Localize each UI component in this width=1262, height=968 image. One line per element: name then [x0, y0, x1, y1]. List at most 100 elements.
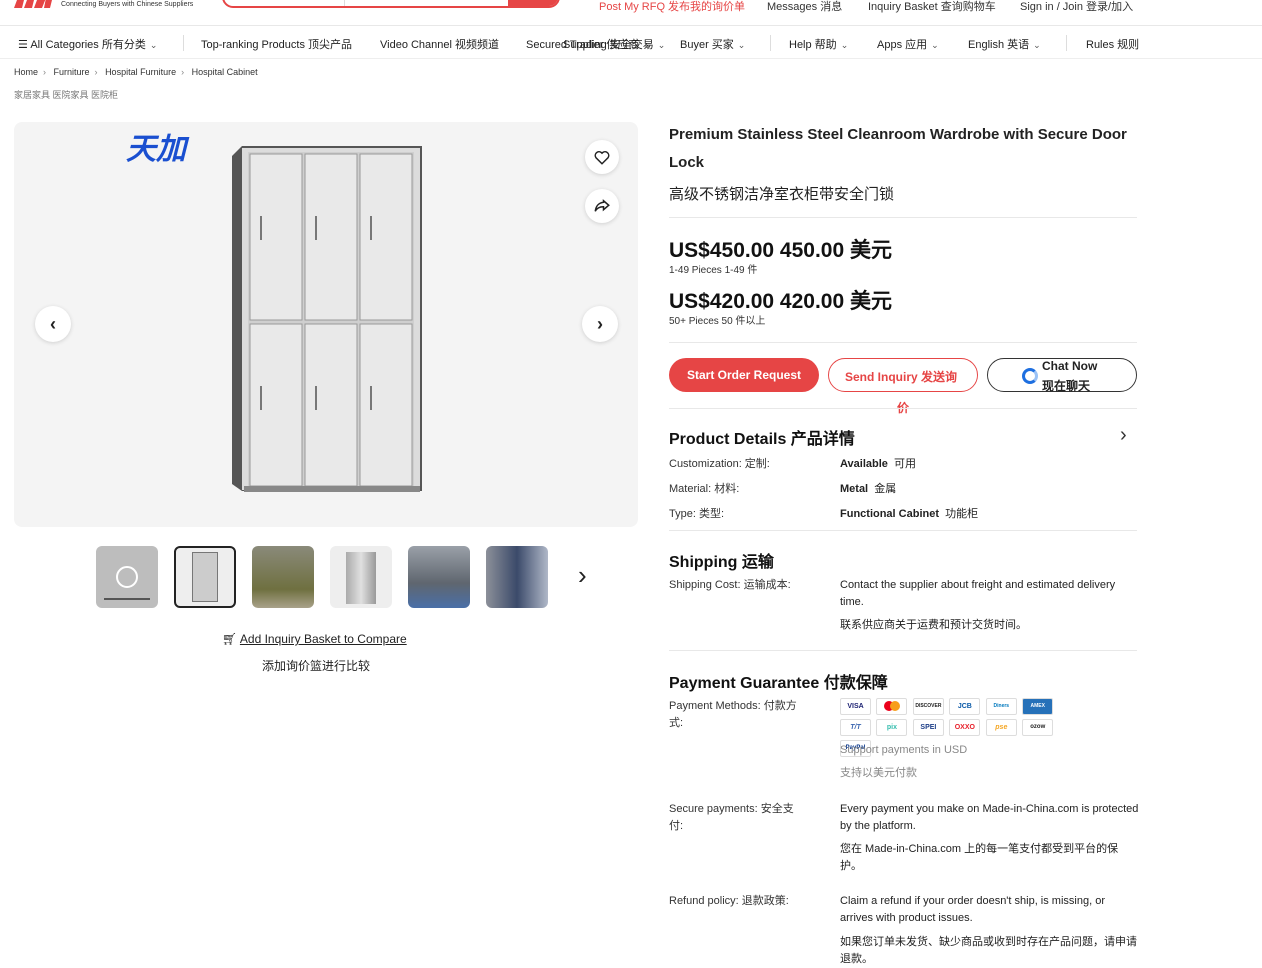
secure-payments-label: Secure payments: 安全支付:	[669, 803, 794, 832]
thumbnail-video[interactable]	[96, 546, 158, 608]
secure-payments-value: Every payment you make on Made-in-China.…	[840, 803, 1139, 832]
nav-language-label: English 英语	[968, 39, 1030, 51]
nav-divider	[183, 35, 184, 51]
detail-label-material: Material: 材料:	[669, 483, 740, 495]
payment-methods-label: Payment Methods: 付款方式:	[669, 700, 797, 729]
jcb-icon: JCB	[949, 698, 981, 715]
nav-apps[interactable]: Apps 应用 ⌄	[877, 36, 939, 52]
diners-icon: Diners	[985, 698, 1017, 715]
add-compare-label: Add Inquiry Basket to Compare	[239, 632, 407, 646]
product-gallery: 天加 ‹ ›	[14, 122, 638, 527]
nav-supplier-label: Supplier 供应商	[563, 39, 640, 51]
thumbnail-3[interactable]	[330, 546, 392, 608]
nav-buyer-label: Buyer 买家	[680, 39, 734, 51]
discover-icon: DISCOVER	[912, 698, 944, 715]
search-box[interactable]	[222, 0, 560, 8]
chevron-left-icon: ‹	[50, 313, 56, 334]
chevron-right-icon[interactable]: ›	[1120, 424, 1127, 447]
made-in-china-logo[interactable]	[14, 0, 54, 8]
send-inquiry-label: Send Inquiry 发送询	[845, 370, 958, 384]
nav-help[interactable]: Help 帮助 ⌄	[789, 36, 848, 52]
add-compare-link[interactable]: 🛒︎ Add Inquiry Basket to Compare	[222, 632, 407, 646]
nav-divider	[1066, 35, 1067, 51]
nav-all-categories[interactable]: ☰ All Categories 所有分类 ⌄	[18, 36, 157, 52]
nav-rules[interactable]: Rules 规则	[1086, 36, 1139, 52]
category-nav: ☰ All Categories 所有分类 ⌄ Top-ranking Produ…	[0, 27, 1262, 59]
chevron-down-icon: ⌄	[1033, 40, 1041, 50]
nav-video-channel[interactable]: Video Channel 视频频道	[380, 36, 499, 52]
breadcrumb: Home › Furniture › Hospital Furniture › Hos…	[14, 67, 258, 77]
price-tier-1: US$450.00 450.00 美元	[669, 239, 892, 262]
thumbnail-5[interactable]	[486, 546, 548, 608]
chevron-down-icon: ⌄	[657, 40, 666, 50]
chevron-down-icon: ⌄	[737, 40, 746, 50]
breadcrumb-home[interactable]: Home	[14, 67, 38, 77]
chat-icon	[1022, 368, 1038, 384]
nav-top-ranking[interactable]: Top-ranking Products 顶尖产品	[201, 36, 352, 52]
nav-language[interactable]: English 英语 ⌄	[968, 36, 1041, 52]
gallery-next-button[interactable]: ›	[582, 306, 618, 342]
nav-buyer[interactable]: Buyer 买家 ⌄	[680, 36, 745, 52]
detail-label-customization: Customization: 定制:	[669, 458, 770, 470]
divider	[669, 530, 1137, 531]
post-rfq-link[interactable]: Post My RFQ 发布我的询价单	[599, 0, 745, 14]
shipping-cost-value: Contact the supplier about freight and e…	[840, 579, 1116, 608]
top-header: Connecting Buyers with Chinese Suppliers…	[0, 0, 1262, 26]
divider	[669, 342, 1137, 343]
menu-icon: ☰	[18, 39, 31, 51]
messages-link[interactable]: Messages 消息	[767, 0, 842, 14]
divider	[669, 650, 1137, 651]
thumbnail-next-icon[interactable]: ›	[578, 560, 587, 591]
gallery-prev-button[interactable]: ‹	[35, 306, 71, 342]
tt-icon: T/T	[840, 719, 871, 736]
favorite-button[interactable]	[585, 140, 619, 174]
chevron-right-icon: ›	[94, 67, 98, 77]
nav-divider	[770, 35, 771, 51]
sign-in-link[interactable]: Sign in / Join 登录/加入	[1020, 0, 1133, 14]
send-inquiry-button[interactable]: Send Inquiry 发送询 价	[828, 358, 978, 415]
video-baseline	[104, 598, 150, 600]
refund-policy-label: Refund policy: 退款政策:	[669, 895, 789, 907]
divider	[669, 408, 1137, 409]
share-button[interactable]	[585, 189, 619, 223]
share-icon	[594, 199, 610, 212]
thumbnail-2[interactable]	[252, 546, 314, 608]
nav-supplier[interactable]: Supplier 供应商 ⌄	[563, 36, 651, 52]
product-title: Premium Stainless Steel Cleanroom Wardro…	[669, 126, 1127, 171]
cart-plus-icon: 🛒︎	[222, 632, 238, 646]
tagline: Connecting Buyers with Chinese Suppliers	[61, 1, 194, 8]
nav-help-label: Help 帮助	[789, 39, 837, 51]
product-image[interactable]	[232, 146, 422, 496]
pix-icon: pix	[876, 719, 908, 736]
brand-logo: 天加	[126, 133, 186, 166]
inquiry-basket-link[interactable]: Inquiry Basket 查询购物车	[868, 0, 996, 14]
search-button[interactable]	[508, 0, 558, 6]
refund-policy-value-cn: 如果您订单未发货、缺少商品或收到时存在产品问题，请申请退款。	[840, 936, 1137, 965]
chat-now-button[interactable]: Chat Now 现在聊天	[987, 358, 1137, 393]
breadcrumb-hospital-furniture[interactable]: Hospital Furniture	[105, 67, 176, 77]
refund-policy-value: Claim a refund if your order doesn't shi…	[840, 895, 1105, 924]
start-order-button[interactable]: Start Order Request	[669, 358, 819, 392]
breadcrumb-cn: 家居家具 医院家具 医院柜	[14, 90, 119, 100]
chevron-right-icon: ›	[597, 313, 603, 334]
thumbnail-1[interactable]	[174, 546, 236, 608]
chevron-down-icon: ⌄	[643, 40, 651, 50]
nav-all-categories-label: All Categories 所有分类	[30, 39, 146, 51]
detail-value-type: Functional Cabinet 功能柜	[840, 506, 1140, 523]
thumbnail-4[interactable]	[408, 546, 470, 608]
product-details-title: Product Details 产品详情	[669, 431, 855, 448]
chevron-down-icon: ⌄	[149, 40, 158, 50]
chevron-down-icon: ⌄	[840, 40, 849, 50]
chat-now-label: Chat Now	[1042, 359, 1098, 373]
breadcrumb-furniture[interactable]: Furniture	[54, 67, 90, 77]
price-tier-2: US$420.00 420.00 美元	[669, 290, 892, 313]
detail-value-en: Available	[840, 458, 888, 470]
detail-value-en: Functional Cabinet	[840, 508, 939, 520]
chevron-down-icon: ⌄	[931, 40, 939, 50]
detail-value-cn: 功能柜	[945, 508, 979, 520]
chevron-right-icon: ›	[181, 67, 185, 77]
oxxo-icon: OXXO	[949, 719, 981, 736]
breadcrumb-hospital-cabinet[interactable]: Hospital Cabinet	[192, 67, 258, 77]
detail-label-type: Type: 类型:	[669, 508, 725, 520]
secure-payments-value-cn: 您在 Made-in-China.com 上的每一笔支付都受到平台的保护。	[840, 843, 1119, 872]
